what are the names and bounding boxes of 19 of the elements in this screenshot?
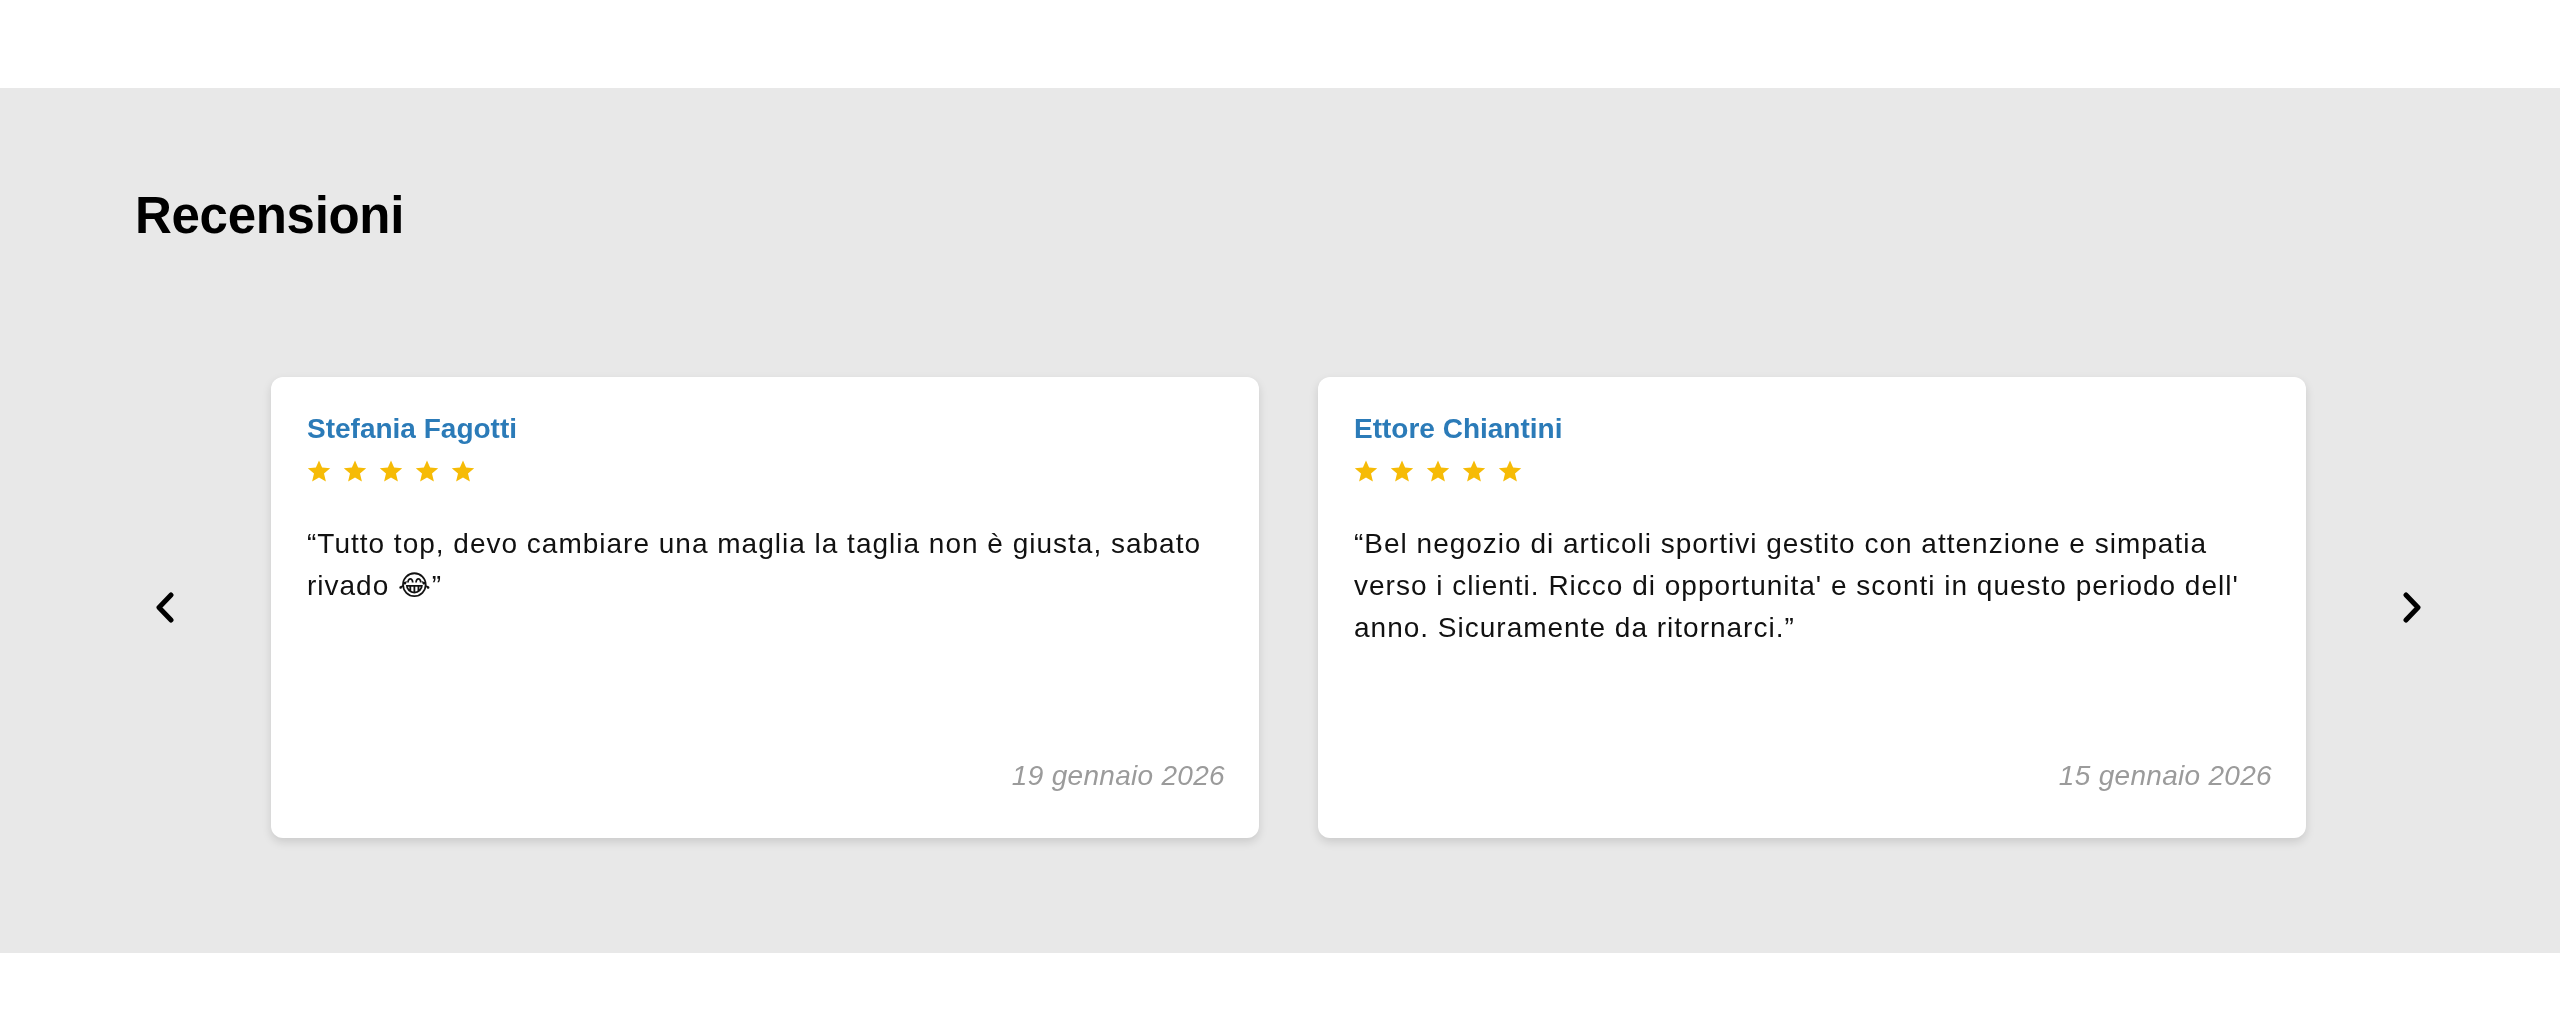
star-filled-icon	[1462, 460, 1486, 483]
star-filled-icon	[1498, 460, 1522, 483]
star-filled-icon	[343, 460, 367, 483]
reviewer-name: Ettore Chiantini	[1354, 413, 1563, 445]
star-filled-icon	[307, 460, 331, 483]
star-filled-icon	[1426, 460, 1450, 483]
star-filled-icon	[451, 460, 475, 483]
star-filled-icon	[379, 460, 403, 483]
chevron-right-icon	[2403, 592, 2421, 623]
star-filled-icon	[1390, 460, 1414, 483]
review-date: 19 gennaio 2026	[1011, 759, 1225, 793]
review-text: “Tutto top, devo cambiare una maglia la taglia non è giusta, sabato rivado 😂”	[307, 527, 1203, 603]
reviewer-name: Stefania Fagotti	[307, 413, 517, 445]
chevron-left-icon	[156, 592, 174, 623]
review-date: 15 gennaio 2026	[2058, 759, 2272, 793]
section-title: Recensioni	[135, 186, 405, 246]
star-filled-icon	[1354, 460, 1378, 483]
star-filled-icon	[415, 460, 439, 483]
review-text: “Bel negozio di articoli sportivi gestito con attenzione e simpatia verso i clienti. Ricco di opportunita' e sconti in questo periodo dell' anno. Sicuramente da ritornarci.”	[1354, 527, 2240, 645]
